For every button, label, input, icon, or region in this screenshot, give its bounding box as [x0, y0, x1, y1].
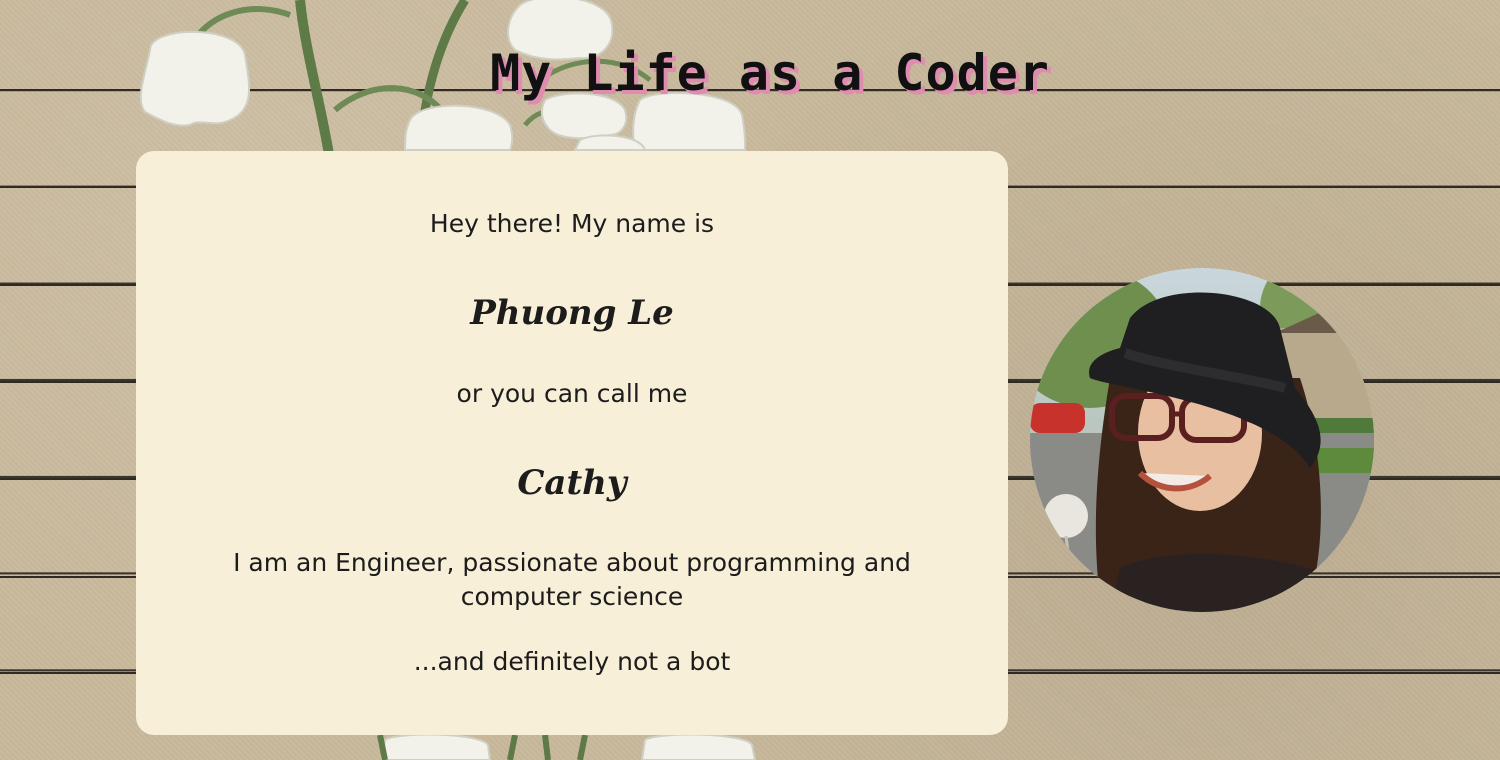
closing-text: ...and definitely not a bot — [413, 647, 731, 676]
nickname-intro-text: or you can call me — [456, 379, 688, 408]
description-text: I am an Engineer, passionate about progr… — [233, 548, 911, 611]
nickname: Cathy — [517, 463, 627, 503]
page-title: My Life as a Coder — [490, 44, 1050, 102]
greeting-text: Hey there! My name is — [429, 209, 715, 238]
full-name: Phuong Le — [470, 293, 674, 333]
portrait-photo-image — [1030, 268, 1374, 612]
intro-card: Hey there! My name is Phuong Le or you c… — [136, 151, 1008, 735]
profile-photo — [1030, 268, 1374, 612]
